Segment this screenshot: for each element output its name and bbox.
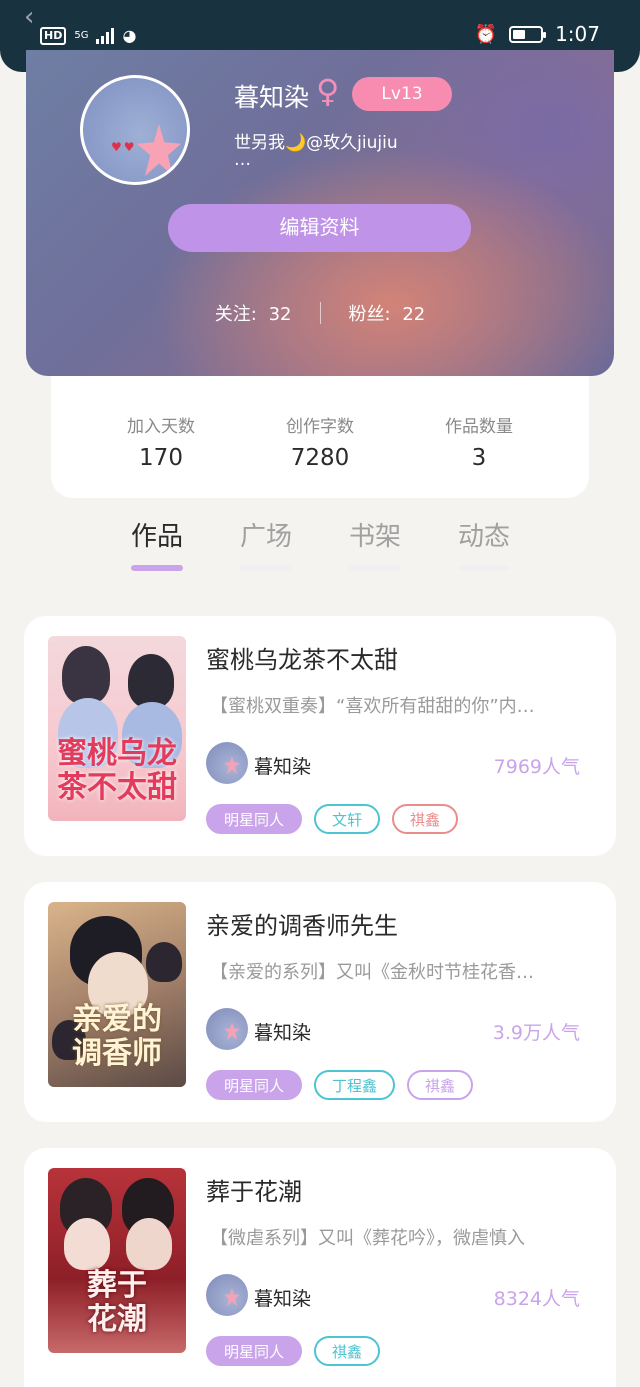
author-name: 暮知染 [254,1288,312,1310]
tag[interactable]: 明星同人 [206,804,303,834]
work-card[interactable]: 葬于 花潮 葬于花潮 【微虐系列】又叫《葬花吟》，微虐慎入 暮知染 8324人气 … [24,1148,616,1387]
female-icon: ♀ [316,72,340,110]
stat-word-count: 创作字数 7280 [260,376,380,498]
tag[interactable]: 丁程鑫 [314,1070,396,1100]
author-avatar[interactable] [206,742,248,784]
starfish-avatar-icon [137,124,181,176]
divider [319,302,321,324]
tab-indicator [349,565,401,571]
author-name: 暮知染 [254,756,312,778]
stat-value: 7280 [290,445,350,471]
fans-label: 粉丝: [348,304,391,325]
clock: 1:07 [555,22,600,46]
status-right: ⏰ 1:07 [475,22,600,46]
work-description: 【微虐系列】又叫《葬花吟》，微虐慎入 [210,1228,525,1249]
wifi-icon: ◕ [122,26,137,45]
tab-works[interactable]: 作品 [117,516,197,571]
popularity: 8324人气 [493,1288,580,1310]
back-icon[interactable]: ‹ [24,2,34,32]
user-name: 暮知染 [234,83,310,112]
fans-count: 22 [402,304,426,325]
stats-card: 加入天数 170 创作字数 7280 作品数量 3 [51,376,589,498]
tag-list: 明星同人 丁程鑫 祺鑫 [206,1070,474,1100]
stat-label: 创作字数 [286,417,354,437]
stat-works-count: 作品数量 3 [419,376,539,498]
following-link[interactable]: 关注: 32 [215,300,292,326]
work-title: 蜜桃乌龙茶不太甜 [206,646,398,674]
tab-label: 作品 [130,522,183,552]
status-left: HD 5G ◕ [40,26,136,45]
tab-activity[interactable]: 动态 [444,516,524,571]
stat-value: 3 [471,445,487,471]
tab-bookshelf[interactable]: 书架 [335,516,415,571]
tag[interactable]: 明星同人 [206,1070,303,1100]
tag-list: 明星同人 文轩 祺鑫 [206,804,459,834]
tab-label: 动态 [457,522,510,552]
stat-label: 加入天数 [127,417,195,437]
work-card[interactable]: 亲爱的 调香师 亲爱的调香师先生 【亲爱的系列】又叫《金秋时节桂花香… 暮知染 3… [24,882,616,1122]
signature-more[interactable]: … [234,150,251,170]
tab-label: 书架 [348,522,401,552]
cover-title: 葬于 花潮 [87,1268,147,1337]
level-badge: Lv13 [352,77,452,111]
follow-stats: 关注: 32 粉丝: 22 [26,300,614,326]
tab-square[interactable]: 广场 [226,516,306,571]
work-description: 【亲爱的系列】又叫《金秋时节桂花香… [210,962,534,983]
work-title: 亲爱的调香师先生 [206,912,398,940]
book-cover-image[interactable]: 葬于 花潮 [48,1168,186,1353]
cover-title: 亲爱的 调香师 [72,1002,162,1071]
popularity: 3.9万人气 [492,1022,580,1044]
following-label: 关注: [214,304,257,325]
tag-list: 明星同人 祺鑫 [206,1336,381,1366]
hearts-icon: ♥♥ [111,140,137,154]
tab-label: 广场 [239,522,292,552]
profile-header: ♥♥ 暮知染 ♀ Lv13 世另我🌙@玫久jiujiu … 编辑资料 关注: 3… [26,50,614,376]
hd-icon: HD [40,26,67,45]
tab-indicator [458,565,510,571]
author-avatar[interactable] [206,1008,248,1050]
book-cover-image[interactable]: 亲爱的 调香师 [48,902,186,1087]
stat-join-days: 加入天数 170 [101,376,221,498]
signal-icon [96,27,115,44]
tag[interactable]: 文轩 [314,804,381,834]
avatar[interactable]: ♥♥ [80,75,190,185]
following-count: 32 [268,304,292,325]
edit-profile-button[interactable]: 编辑资料 [168,204,471,252]
book-cover-image[interactable]: 蜜桃乌龙 茶不太甜 [48,636,186,821]
work-description: 【蜜桃双重奏】“喜欢所有甜甜的你”内… [210,696,535,717]
tag[interactable]: 祺鑫 [314,1336,381,1366]
network-type: 5G [74,29,89,41]
work-title: 葬于花潮 [206,1178,302,1206]
work-card[interactable]: 蜜桃乌龙 茶不太甜 蜜桃乌龙茶不太甜 【蜜桃双重奏】“喜欢所有甜甜的你”内… 暮知… [24,616,616,856]
stat-value: 170 [139,445,183,471]
fans-link[interactable]: 粉丝: 22 [349,300,426,326]
tab-indicator [240,565,292,571]
stat-label: 作品数量 [445,417,513,437]
tag[interactable]: 祺鑫 [392,804,459,834]
cover-title: 蜜桃乌龙 茶不太甜 [57,736,177,805]
tag[interactable]: 祺鑫 [407,1070,474,1100]
user-signature: 世另我🌙@玫久jiujiu [234,133,398,153]
tab-indicator [131,565,183,571]
battery-icon [509,25,547,43]
author-avatar[interactable] [206,1274,248,1316]
popularity: 7969人气 [493,756,580,778]
tab-bar: 作品 广场 书架 动态 [0,516,640,576]
tag[interactable]: 明星同人 [206,1336,303,1366]
alarm-icon: ⏰ [474,23,498,45]
author-name: 暮知染 [254,1022,312,1044]
